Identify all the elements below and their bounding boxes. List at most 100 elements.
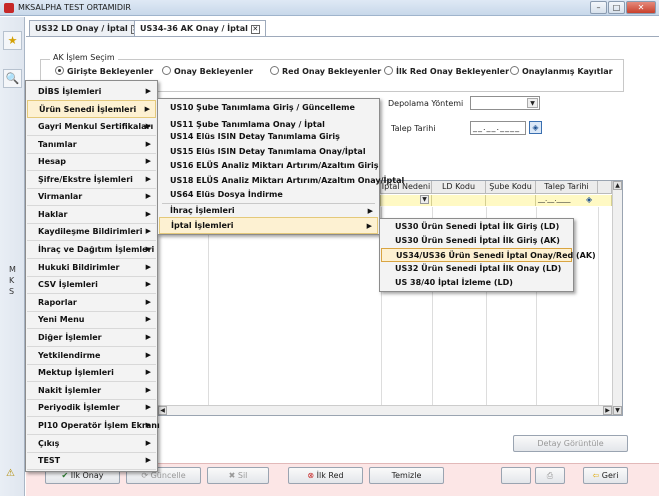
radio-onay-bekleyenler[interactable]: Onay Bekleyenler (162, 66, 253, 76)
menu-item-tanimlar[interactable]: Tanımlar ▶ (27, 136, 156, 154)
iptal-item-us38-40[interactable]: US 38/40 İptal İzleme (LD) (381, 276, 572, 290)
menu-item-yeni-menu[interactable]: Yeni Menu ▶ (27, 311, 156, 329)
temizle-button[interactable]: Temizle (369, 467, 444, 484)
menu-item-periyodik[interactable]: Periyodik İşlemler ▶ (27, 399, 156, 417)
depolama-yontemi-select[interactable]: ▼ (470, 96, 540, 110)
ilk-red-button[interactable]: ⊗ İlk Red (288, 467, 363, 484)
button-label: Geri (601, 471, 619, 480)
menu-item-urun-senedi[interactable]: Ürün Senedi İşlemleri ▶ (27, 100, 156, 118)
radio-dot (384, 66, 393, 75)
iptal-item-us34-us36[interactable]: US34/US36 Ürün Senedi İptal Onay/Red (AK… (381, 248, 596, 262)
blank-button[interactable] (501, 467, 531, 484)
grid-filter-sube-kodu[interactable] (486, 195, 536, 206)
grid-col-line (208, 207, 209, 407)
grid-filter-talep-tarihi[interactable]: __.__.____ ◈ (536, 195, 612, 206)
chevron-right-icon: ▶ (145, 140, 151, 148)
close-icon[interactable]: ✕ (250, 25, 260, 34)
tab-label: US32 LD Onay / İptal (35, 24, 128, 33)
button-label: İlk Onay (70, 471, 104, 480)
geri-button[interactable]: ⇦ Geri (583, 467, 628, 484)
radio-label: Onay Bekleyenler (174, 67, 254, 76)
radio-label: Onaylanmış Kayıtlar (522, 67, 613, 76)
button-label: Güncelle (150, 471, 186, 480)
ak-islem-legend: AK İşlem Seçim (50, 53, 118, 62)
iptal-item-us32[interactable]: US32 Ürün Senedi İptal İlk Onay (LD) (381, 262, 572, 276)
menu-item-ihrac-dagitim[interactable]: İhraç ve Dağıtım İşlemleri ▶ (27, 241, 156, 259)
chevron-right-icon: ▶ (145, 298, 151, 306)
calendar-icon[interactable]: ◈ (586, 195, 592, 204)
menu-item-dibs[interactable]: DİBS İşlemleri ▶ (27, 83, 156, 101)
menu-item-hukuki[interactable]: Hukuki Bildirimler ▶ (27, 259, 156, 277)
close-button[interactable]: ✕ (626, 1, 656, 14)
chevron-right-icon: ▶ (145, 175, 151, 183)
chevron-right-icon: ▶ (145, 245, 151, 253)
menu-item-hesap[interactable]: Hesap ▶ (27, 153, 156, 171)
scroll-up-icon[interactable]: ▲ (613, 181, 622, 190)
chevron-right-icon: ▶ (145, 227, 151, 235)
submenu-item-us10[interactable]: US10 Şube Tanımlama Giriş / Güncelleme (159, 100, 378, 117)
detay-goruntule-button[interactable]: Detay Görüntüle (513, 435, 628, 452)
radio-onaylanmis-kayitlar[interactable]: Onaylanmış Kayıtlar (510, 66, 613, 76)
app-icon (4, 3, 14, 13)
menu-item-gayri-menkul[interactable]: Gayri Menkul Sertifikaları ▶ (27, 118, 156, 136)
menu-item-csv[interactable]: CSV İşlemleri ▶ (27, 276, 156, 294)
favorites-icon[interactable]: ★ (3, 31, 22, 50)
chevron-right-icon: ▶ (145, 386, 151, 394)
talep-tarihi-input[interactable]: __.__.____ (470, 121, 526, 135)
vertical-scrollbar[interactable]: ▲ ▼ (612, 181, 622, 415)
search-icon[interactable]: 🔍 (3, 69, 22, 88)
menu-item-nakit[interactable]: Nakit İşlemler ▶ (27, 382, 156, 400)
submenu-item-us64[interactable]: US64 Elüs Dosya İndirme (159, 187, 378, 204)
menu-item-virmanlar[interactable]: Virmanlar ▶ (27, 188, 156, 206)
tab-us32[interactable]: US32 LD Onay / İptal✕ (29, 20, 146, 36)
grid-filter-iptal-nedeni[interactable]: ▼ (381, 195, 432, 206)
horizontal-scrollbar[interactable]: ◀ ▶ (158, 405, 612, 415)
menu-item-raporlar[interactable]: Raporlar ▶ (27, 294, 156, 312)
scroll-down-icon[interactable]: ▼ (613, 406, 622, 415)
iptal-item-us30-ld[interactable]: US30 Ürün Senedi İptal İlk Giriş (LD) (381, 220, 572, 234)
grid-filter-ld-kodu[interactable] (432, 195, 486, 206)
radio-label: Girişte Bekleyenler (67, 67, 154, 76)
calendar-icon[interactable]: ◈ (529, 121, 542, 134)
tab-us34-36[interactable]: US34-36 AK Onay / İptal ✕ (134, 20, 266, 36)
radio-dot (510, 66, 519, 75)
radio-label: İlk Red Onay Bekleyenler (396, 67, 510, 76)
iptal-item-us30-ak[interactable]: US30 Ürün Senedi İptal İlk Giriş (AK) (381, 234, 572, 248)
menu-item-diger[interactable]: Diğer İşlemler ▶ (27, 329, 156, 347)
chevron-right-icon: ▶ (145, 210, 151, 218)
minimize-button[interactable]: – (590, 1, 607, 14)
menu-item-cikis[interactable]: Çıkış ▶ (27, 435, 156, 453)
chevron-right-icon: ▶ (145, 456, 151, 464)
maximize-button[interactable]: □ (608, 1, 625, 14)
grid-header-talep-tarihi[interactable]: Talep Tarihi (536, 181, 598, 194)
menu-item-mektup[interactable]: Mektup İşlemleri ▶ (27, 364, 156, 382)
urun-senedi-submenu: US10 Şube Tanımlama Giriş / Güncelleme U… (157, 98, 404, 235)
radio-dot (270, 66, 279, 75)
warning-icon: ⚠ (6, 468, 15, 479)
menu-item-yetkilendirme[interactable]: Yetkilendirme ▶ (27, 347, 156, 365)
menu-item-test[interactable]: TEST ▶ (27, 452, 156, 470)
depolama-yontemi-label: Depolama Yöntemi (388, 99, 464, 108)
chevron-down-icon: ▼ (527, 98, 538, 108)
menu-item-pi10-operator[interactable]: PI10 Operatör İşlem Ekranı ▶ (27, 417, 160, 435)
button-label: Sil (237, 471, 248, 480)
strip-letter-m: M (9, 265, 16, 274)
grid-header-ld-kodu[interactable]: LD Kodu (432, 181, 486, 194)
menu-item-haklar[interactable]: Haklar ▶ (27, 206, 156, 224)
print-icon[interactable]: ⎙ (535, 467, 565, 484)
submenu-item-iptal[interactable]: İptal İşlemleri ▶ (159, 217, 378, 234)
title-bar: MKSALPHA TEST ORTAMIDIR – □ ✕ (0, 0, 659, 16)
grid-header-sube-kodu[interactable]: Şube Kodu (486, 181, 536, 194)
radio-ilk-red-onay-bekleyenler[interactable]: İlk Red Onay Bekleyenler (384, 66, 509, 76)
radio-red-onay-bekleyenler[interactable]: Red Onay Bekleyenler (270, 66, 381, 76)
filter-date-value: __.__.____ (538, 195, 571, 203)
menu-item-sifre-ekstre[interactable]: Şifre/Ekstre İşlemleri ▶ (27, 171, 156, 189)
radio-giriste-bekleyenler[interactable]: Girişte Bekleyenler (55, 66, 153, 76)
menu-item-kaydilesme[interactable]: Kaydileşme Bildirimleri ▶ (27, 223, 156, 241)
scroll-left-icon[interactable]: ◀ (158, 406, 167, 415)
chevron-down-icon[interactable]: ▼ (420, 195, 429, 204)
sil-button[interactable]: ✖ Sil (207, 467, 269, 484)
chevron-right-icon: ▶ (145, 315, 151, 323)
scroll-right-icon[interactable]: ▶ (603, 406, 612, 415)
radio-dot (162, 66, 171, 75)
